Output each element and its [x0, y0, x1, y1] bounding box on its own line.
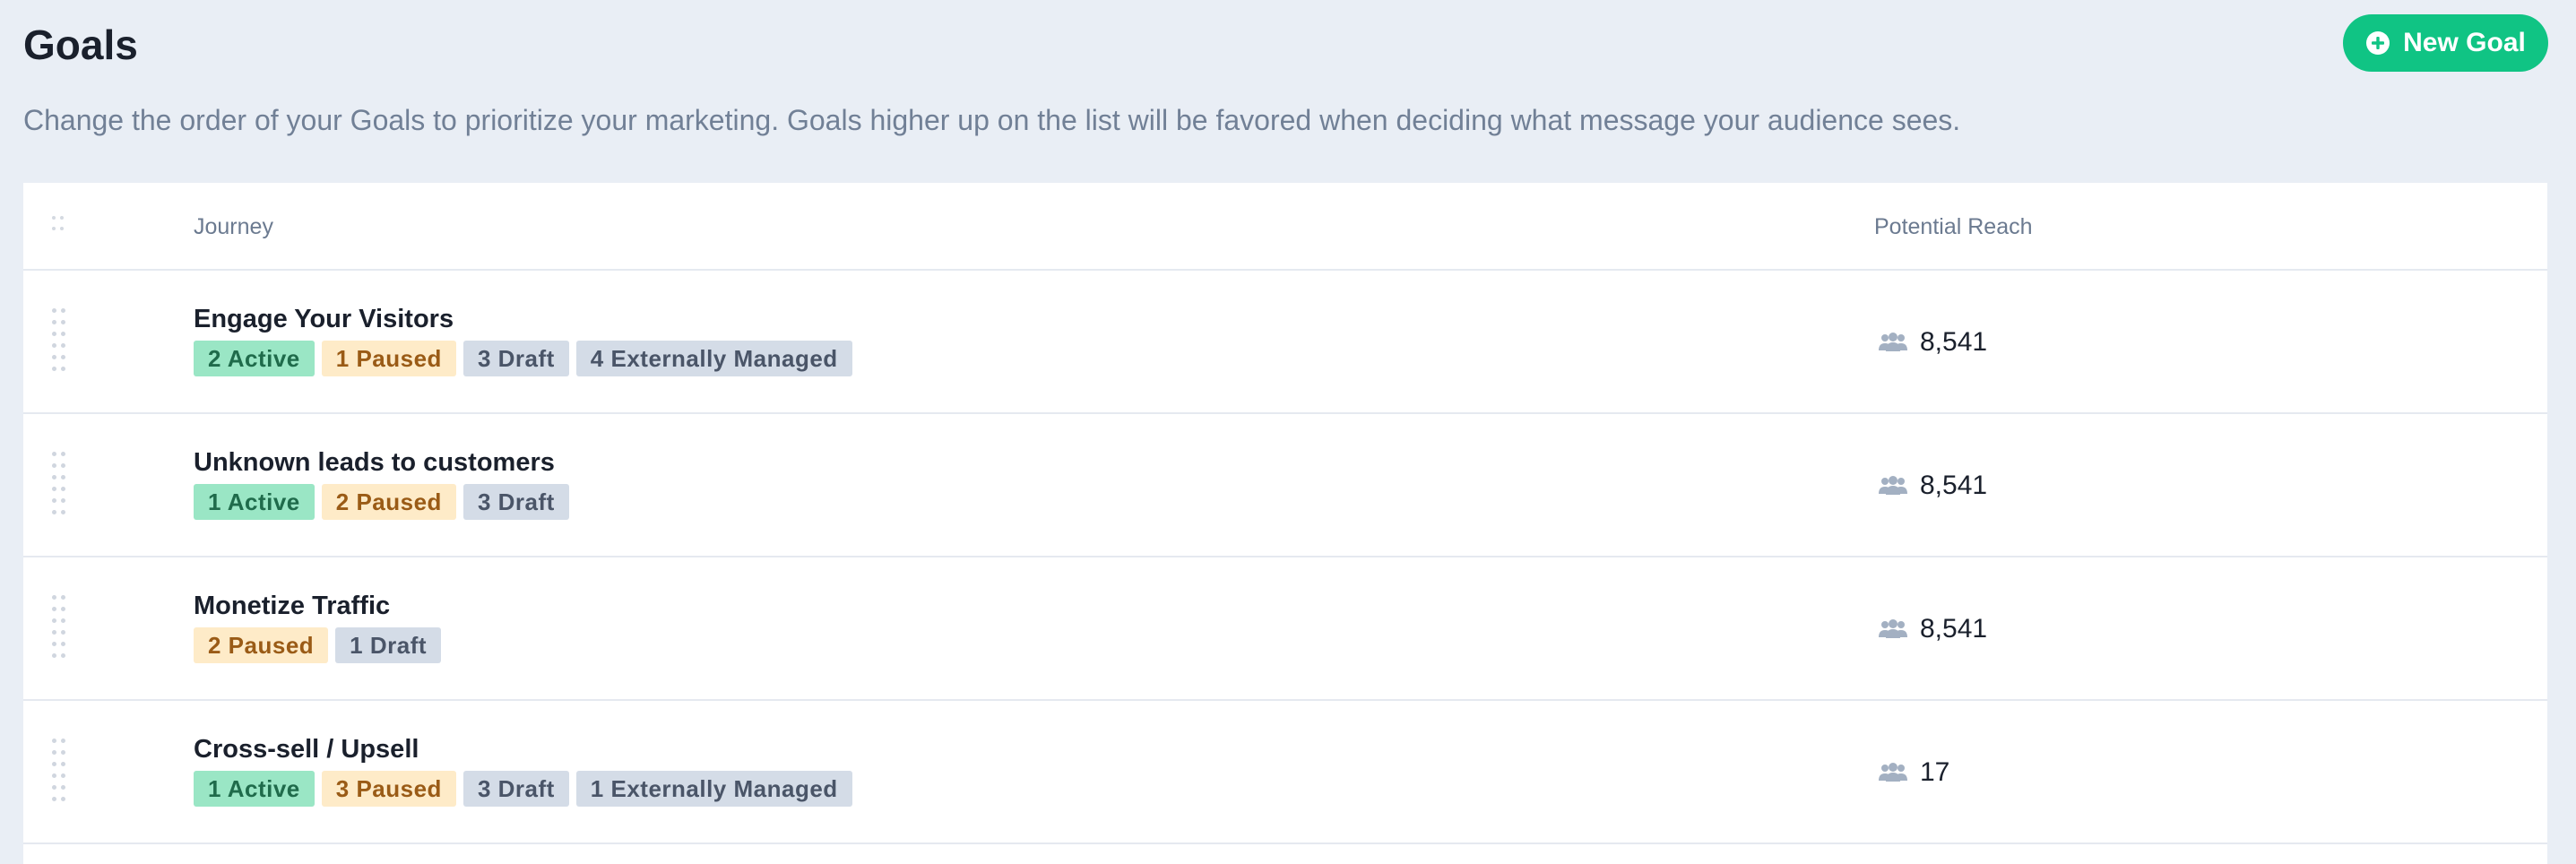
- column-header-potential-reach[interactable]: Potential Reach: [1874, 213, 2033, 240]
- table-header: Journey Potential Reach: [23, 183, 2547, 271]
- status-badges: 1 Active 2 Paused 3 Draft: [194, 484, 569, 520]
- potential-reach: 17: [1879, 756, 1949, 789]
- potential-reach: 8,541: [1879, 613, 1987, 645]
- new-goal-label: New Goal: [2403, 28, 2526, 57]
- status-badges: 2 Paused 1 Draft: [194, 627, 442, 663]
- status-badge-draft: 3 Draft: [462, 771, 569, 807]
- status-badge-draft: 3 Draft: [462, 341, 569, 376]
- status-badge-paused: 3 Paused: [321, 771, 456, 807]
- status-badge-draft: 1 Draft: [335, 627, 442, 663]
- drag-handle-icon[interactable]: [52, 308, 66, 375]
- drag-handle-icon[interactable]: [52, 452, 66, 518]
- goal-name-link[interactable]: Engage Your Visitors: [194, 303, 454, 335]
- potential-reach: 8,541: [1879, 470, 1987, 502]
- reach-value: 8,541: [1920, 614, 1988, 644]
- plus-circle-icon: [2366, 31, 2390, 55]
- users-icon: [1879, 476, 1907, 495]
- status-badge-active: 1 Active: [194, 484, 315, 520]
- page-title: Goals: [23, 22, 138, 68]
- status-badge-active: 1 Active: [194, 771, 315, 807]
- goal-name-link[interactable]: Unknown leads to customers: [194, 446, 555, 479]
- status-badges: 1 Active 3 Paused 3 Draft 1 Externally Mana…: [194, 771, 852, 807]
- potential-reach: 8,541: [1879, 326, 1987, 359]
- reach-value: 8,541: [1920, 327, 1988, 357]
- goal-row[interactable]: Cross-sell / Upsell 1 Active 3 Paused 3 Dra…: [23, 701, 2547, 844]
- status-badges: 2 Active 1 Paused 3 Draft 4 Externally Mana…: [194, 341, 852, 376]
- status-badge-paused: 1 Paused: [321, 341, 456, 376]
- users-icon: [1879, 763, 1907, 782]
- status-badge-paused: 2 Paused: [194, 627, 329, 663]
- users-icon: [1879, 333, 1907, 351]
- goal-name-link[interactable]: Cross-sell / Upsell: [194, 733, 419, 765]
- new-goal-button[interactable]: New Goal: [2343, 14, 2548, 72]
- goal-row[interactable]: Monetize Traffic 2 Paused 1 Draft 8,541: [23, 557, 2547, 701]
- reach-value: 8,541: [1920, 471, 1988, 500]
- drag-handle-icon[interactable]: [52, 595, 66, 661]
- users-icon: [1879, 619, 1907, 638]
- drag-handle-icon[interactable]: [52, 739, 66, 805]
- status-badge-external: 1 Externally Managed: [575, 771, 852, 807]
- goals-table: Journey Potential Reach Engage Your Visi…: [23, 183, 2547, 864]
- reach-value: 17: [1920, 757, 1950, 787]
- goal-name-link[interactable]: Monetize Traffic: [194, 590, 390, 622]
- goal-row[interactable]: Engage Your Visitors 2 Active 1 Paused 3 Dr…: [23, 271, 2547, 414]
- status-badge-paused: 2 Paused: [321, 484, 456, 520]
- header-drag-icon: [52, 216, 65, 232]
- status-badge-draft: 3 Draft: [462, 484, 569, 520]
- status-badge-external: 4 Externally Managed: [575, 341, 852, 376]
- goal-row[interactable]: Unknown leads to customers 1 Active 2 Paus…: [23, 414, 2547, 557]
- page-description: Change the order of your Goals to priori…: [23, 104, 1961, 136]
- column-header-journey[interactable]: Journey: [194, 213, 273, 240]
- status-badge-active: 2 Active: [194, 341, 315, 376]
